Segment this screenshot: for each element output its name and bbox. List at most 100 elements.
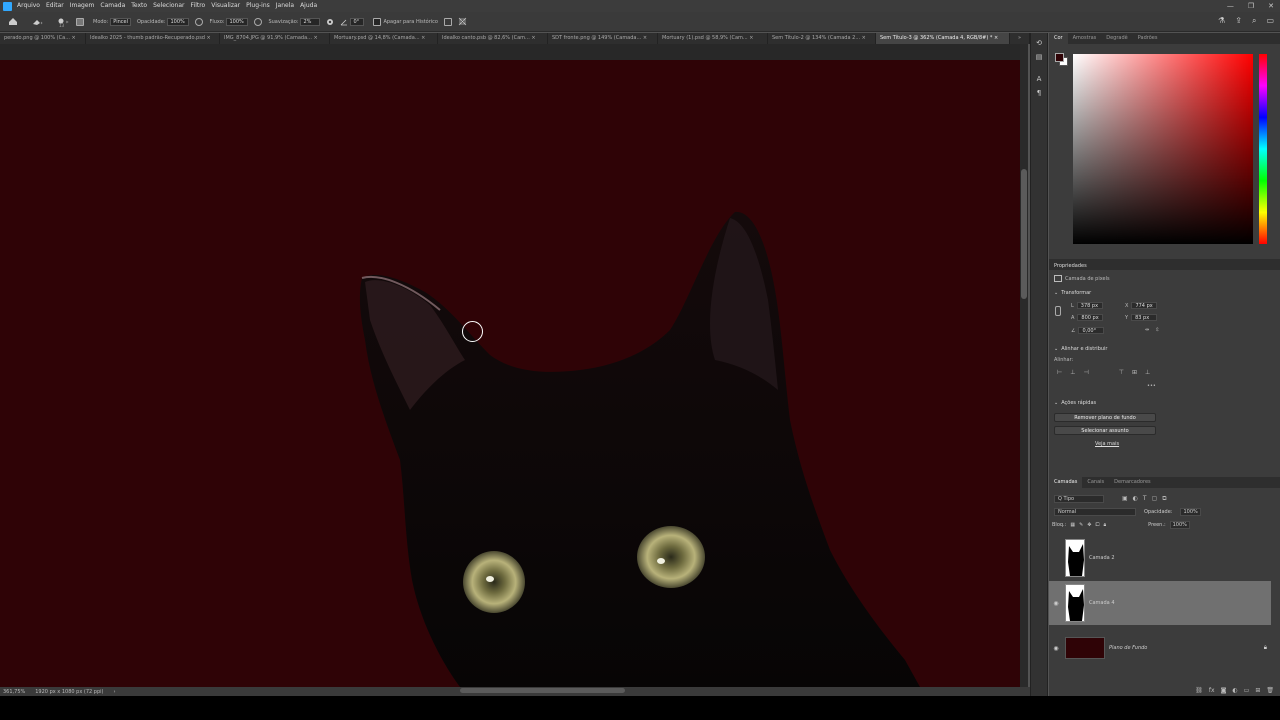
tab-document[interactable]: SDT fronte.png @ 149% (Camada... × xyxy=(548,33,658,44)
layer-thumbnail[interactable] xyxy=(1065,584,1085,622)
tab-cor[interactable]: Cor xyxy=(1049,33,1068,44)
fill-input[interactable]: 100% xyxy=(1169,521,1190,529)
tab-document-active[interactable]: Sem Título-3 @ 362% (Camada 4, RGB/8#) *… xyxy=(876,33,1010,44)
align-middle-vertical-icon[interactable]: ⊞ xyxy=(1132,369,1137,376)
document-canvas[interactable] xyxy=(0,60,1020,687)
symmetry-icon[interactable] xyxy=(458,17,467,26)
layer-row-camada-2[interactable]: Camada 2 xyxy=(1049,536,1271,580)
lock-all-icon[interactable]: 🔒︎ xyxy=(1103,522,1106,528)
flow-input[interactable]: 100% xyxy=(226,17,249,26)
flip-horizontal-icon[interactable]: ⇹ xyxy=(1145,327,1149,333)
zoom-level[interactable]: 361,75% xyxy=(3,689,25,695)
lock-artboard-icon[interactable]: ⧠ xyxy=(1095,522,1099,528)
delete-layer-icon[interactable]: 🗑︎ xyxy=(1266,687,1274,694)
menu-imagem[interactable]: Imagem xyxy=(70,0,95,12)
menu-editar[interactable]: Editar xyxy=(46,0,64,12)
eraser-tool-icon[interactable] xyxy=(31,18,43,26)
tab-document[interactable]: Mortuary.psd @ 14,8% (Camada... × xyxy=(330,33,438,44)
lock-pixels-icon[interactable]: ✎ xyxy=(1079,522,1083,528)
layer-style-icon[interactable]: fx xyxy=(1209,687,1215,694)
filter-smart-object-icon[interactable]: ⧉ xyxy=(1162,495,1166,503)
workspace-icon[interactable]: ▭ xyxy=(1266,16,1274,26)
foreground-color-swatch[interactable] xyxy=(1055,53,1064,62)
filter-pixel-icon[interactable]: ▣ xyxy=(1122,495,1128,503)
flip-vertical-icon[interactable]: ⇳ xyxy=(1155,327,1159,333)
tab-amostras[interactable]: Amostras xyxy=(1068,33,1102,44)
transform-chevron-icon[interactable]: ⌄ xyxy=(1054,290,1058,296)
smoothing-settings-gear-icon[interactable] xyxy=(326,18,334,26)
filter-type-icon[interactable]: T xyxy=(1143,495,1147,503)
menu-visualizar[interactable]: Visualizar xyxy=(211,0,240,12)
align-top-icon[interactable]: ⊤ xyxy=(1119,369,1124,376)
lock-position-icon[interactable]: ✥ xyxy=(1087,522,1091,528)
layer-name[interactable]: Camada 2 xyxy=(1089,555,1115,561)
align-right-icon[interactable]: ⊣ xyxy=(1083,369,1088,376)
align-left-icon[interactable]: ⊢ xyxy=(1057,369,1062,376)
align-center-horizontal-icon[interactable]: ⊥ xyxy=(1070,369,1075,376)
brush-preset-picker[interactable]: 13 xyxy=(56,16,70,28)
tab-document[interactable]: Sem Título-2 @ 134% (Camada 2... × xyxy=(768,33,876,44)
filter-adjustment-icon[interactable]: ◐ xyxy=(1133,495,1138,503)
opacity-input[interactable]: 100% xyxy=(167,17,190,26)
eye-icon[interactable]: ◉ xyxy=(1049,600,1063,607)
remove-background-button[interactable]: Remover plano de fundo xyxy=(1054,413,1156,422)
new-group-icon[interactable]: ▭ xyxy=(1244,687,1250,694)
horizontal-scrollbar-thumb[interactable] xyxy=(460,688,625,693)
width-input[interactable]: 378 px xyxy=(1076,302,1103,309)
smoothing-input[interactable]: 2% xyxy=(300,17,321,26)
tab-degrade[interactable]: Degradê xyxy=(1101,33,1132,44)
color-picker-field[interactable] xyxy=(1073,54,1253,244)
menu-janela[interactable]: Janela xyxy=(276,0,294,12)
eye-icon[interactable]: ◉ xyxy=(1049,645,1063,652)
link-layers-icon[interactable]: ⛓ xyxy=(1195,687,1203,694)
paragraph-icon[interactable]: ¶ xyxy=(1034,89,1044,97)
pressure-opacity-icon[interactable] xyxy=(195,17,204,26)
tab-canais[interactable]: Canais xyxy=(1082,477,1109,488)
tab-document[interactable]: Idealko canto.psb @ 82,6% (Cam... × xyxy=(438,33,548,44)
tab-document[interactable]: perado.png @ 100% (Ca... × xyxy=(0,33,86,44)
layer-name[interactable]: Camada 4 xyxy=(1089,600,1115,606)
menu-arquivo[interactable]: Arquivo xyxy=(17,0,40,12)
search-icon[interactable]: ⌕ xyxy=(1252,16,1256,26)
select-subject-button[interactable]: Selecionar assunto xyxy=(1054,426,1156,435)
character-icon[interactable]: A xyxy=(1034,75,1044,83)
menu-texto[interactable]: Texto xyxy=(131,0,147,12)
pressure-size-icon[interactable] xyxy=(443,17,452,26)
quick-actions-chevron-icon[interactable]: ⌄ xyxy=(1054,400,1058,406)
menu-ajuda[interactable]: Ajuda xyxy=(300,0,317,12)
photoshop-logo-icon[interactable] xyxy=(3,1,12,11)
hue-slider[interactable] xyxy=(1259,54,1267,244)
menu-plugins[interactable]: Plug-ins xyxy=(246,0,270,12)
maximize-button[interactable]: ❐ xyxy=(1248,0,1254,12)
mode-select[interactable]: Pincel xyxy=(110,17,131,26)
flask-icon[interactable]: ⚗ xyxy=(1218,16,1225,26)
height-input[interactable]: 800 px xyxy=(1077,314,1104,321)
blend-mode-select[interactable]: Normal xyxy=(1054,508,1136,516)
canvas-area[interactable] xyxy=(0,44,1020,687)
add-mask-icon[interactable]: ◙ xyxy=(1221,687,1227,694)
tab-document[interactable]: Idealko 2025 - thumb padrão-Recuperado.p… xyxy=(86,33,220,44)
menu-selecionar[interactable]: Selecionar xyxy=(153,0,184,12)
share-icon[interactable]: ⇪ xyxy=(1235,16,1242,26)
link-dimensions-icon[interactable] xyxy=(1055,306,1061,316)
layer-name[interactable]: Plano de Fundo xyxy=(1109,645,1147,651)
tab-camadas[interactable]: Camadas xyxy=(1049,477,1083,488)
tab-document[interactable]: Mortuary (1).psd @ 58,9% (Cam... × xyxy=(658,33,768,44)
align-chevron-icon[interactable]: ⌄ xyxy=(1054,346,1058,352)
layer-thumbnail[interactable] xyxy=(1065,637,1105,659)
lock-transparency-icon[interactable]: ▦ xyxy=(1070,522,1075,528)
vertical-scrollbar[interactable] xyxy=(1020,44,1028,687)
adjustment-layer-icon[interactable]: ◐ xyxy=(1232,687,1237,694)
filter-shape-icon[interactable]: ▢ xyxy=(1152,495,1158,503)
menu-camada[interactable]: Camada xyxy=(100,0,125,12)
foreground-background-swatches[interactable] xyxy=(1055,53,1068,66)
more-options-button[interactable]: ••• xyxy=(1147,383,1156,389)
layer-thumbnail[interactable] xyxy=(1065,539,1085,577)
minimize-button[interactable]: — xyxy=(1227,0,1234,12)
see-more-link[interactable]: Veja mais xyxy=(1095,441,1119,447)
airbrush-icon[interactable] xyxy=(254,17,263,26)
align-bottom-icon[interactable]: ⊥ xyxy=(1145,369,1150,376)
comments-icon[interactable]: ▤ xyxy=(1034,53,1044,61)
layer-opacity-input[interactable]: 100% xyxy=(1180,508,1201,516)
lock-icon[interactable]: 🔒︎ xyxy=(1264,644,1267,652)
